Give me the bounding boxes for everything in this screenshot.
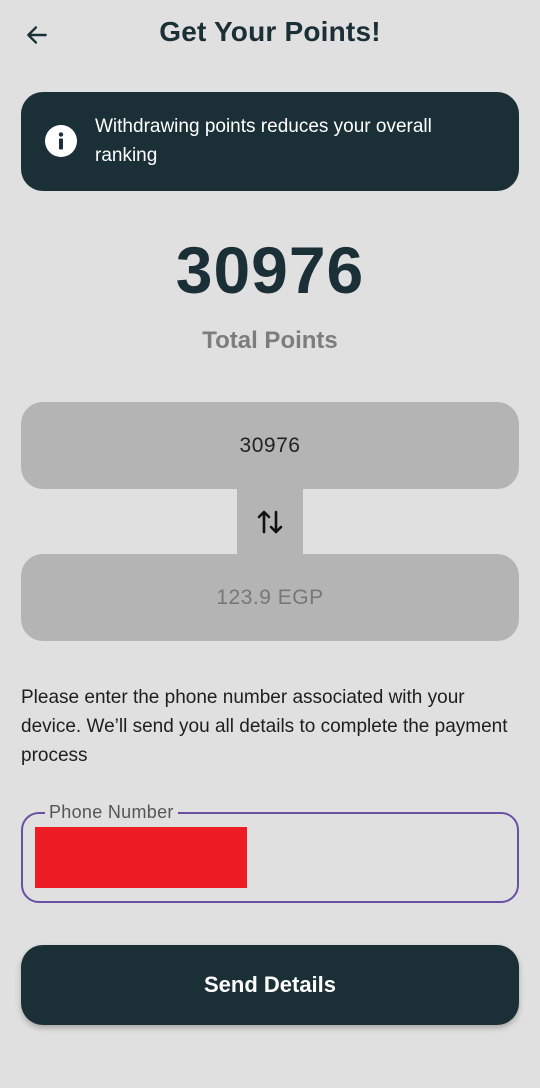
send-details-label: Send Details (203, 972, 337, 997)
page-title: Get Your Points! (159, 16, 381, 47)
info-icon (45, 125, 77, 157)
total-points-label: Total Points (202, 327, 338, 354)
currency-output-box: 123.9 EGP (21, 554, 519, 641)
phone-number-field[interactable]: Phone Number (21, 802, 519, 903)
currency-output-value: 123.9 EGP (216, 585, 324, 609)
swap-button[interactable] (237, 487, 303, 556)
points-input-box[interactable]: 30976 (21, 402, 519, 489)
total-points-value: 30976 (175, 233, 365, 307)
instructions-text: Please enter the phone number associated… (21, 687, 508, 766)
points-input-value: 30976 (239, 433, 301, 457)
redacted-phone-value (35, 827, 247, 888)
swap-vertical-icon (257, 510, 283, 533)
app-header: Get Your Points! (0, 0, 540, 72)
banner-text: Withdrawing points reduces your overall … (95, 116, 432, 166)
info-banner: Withdrawing points reduces your overall … (21, 92, 519, 191)
phone-number-label: Phone Number (45, 802, 178, 823)
send-details-button[interactable]: Send Details (21, 945, 519, 1025)
